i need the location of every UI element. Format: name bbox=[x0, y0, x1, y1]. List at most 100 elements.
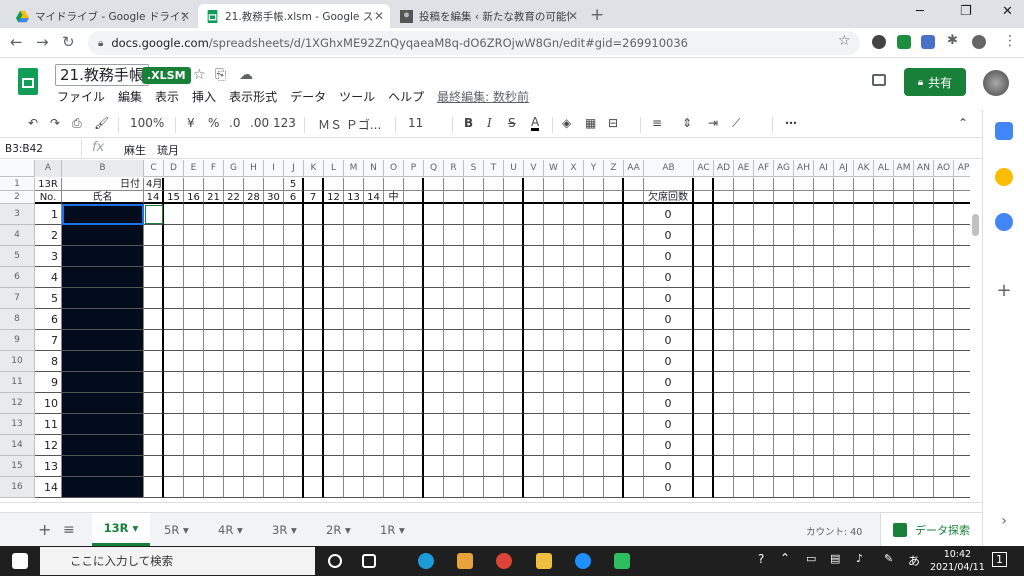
cell[interactable] bbox=[384, 178, 404, 191]
cell[interactable] bbox=[854, 456, 874, 477]
keep-icon[interactable] bbox=[995, 168, 1013, 186]
cell[interactable] bbox=[284, 393, 304, 414]
cell[interactable] bbox=[184, 456, 204, 477]
cell[interactable] bbox=[444, 330, 464, 351]
cell[interactable] bbox=[754, 414, 774, 435]
cell[interactable] bbox=[384, 414, 404, 435]
cell[interactable]: 14 bbox=[364, 191, 384, 204]
cell[interactable] bbox=[204, 225, 224, 246]
cell[interactable] bbox=[264, 456, 284, 477]
student-name-cell[interactable] bbox=[62, 477, 144, 498]
cell[interactable] bbox=[464, 225, 484, 246]
cell[interactable] bbox=[914, 267, 934, 288]
cell[interactable] bbox=[894, 267, 914, 288]
cell[interactable] bbox=[874, 477, 894, 498]
cell[interactable] bbox=[794, 456, 814, 477]
cell[interactable] bbox=[584, 351, 604, 372]
cell[interactable] bbox=[364, 414, 384, 435]
cell[interactable] bbox=[774, 456, 794, 477]
cell[interactable] bbox=[774, 414, 794, 435]
taskbar-search[interactable]: ここに入力して検索 bbox=[40, 547, 315, 575]
cell[interactable]: 0 bbox=[644, 204, 694, 225]
cell[interactable] bbox=[404, 414, 424, 435]
cell[interactable] bbox=[324, 372, 344, 393]
cell[interactable] bbox=[384, 309, 404, 330]
cell[interactable]: 22 bbox=[224, 191, 244, 204]
column-header[interactable]: AF bbox=[754, 160, 774, 177]
cell[interactable] bbox=[694, 267, 714, 288]
cell[interactable] bbox=[304, 372, 324, 393]
cell[interactable] bbox=[894, 178, 914, 191]
star-icon[interactable]: ☆ bbox=[838, 33, 851, 49]
cell[interactable] bbox=[564, 351, 584, 372]
calendar-icon[interactable] bbox=[995, 122, 1013, 140]
cell[interactable] bbox=[164, 351, 184, 372]
font-size-select[interactable]: 11 bbox=[408, 116, 423, 130]
cell[interactable] bbox=[184, 225, 204, 246]
cell[interactable] bbox=[264, 372, 284, 393]
cell[interactable] bbox=[524, 351, 544, 372]
cell[interactable] bbox=[954, 178, 970, 191]
cell[interactable] bbox=[264, 330, 284, 351]
cell[interactable] bbox=[444, 309, 464, 330]
cell[interactable] bbox=[604, 204, 624, 225]
cell[interactable] bbox=[364, 372, 384, 393]
cell[interactable] bbox=[424, 309, 444, 330]
cell[interactable] bbox=[584, 309, 604, 330]
cell[interactable] bbox=[854, 351, 874, 372]
cell[interactable] bbox=[794, 178, 814, 191]
cell[interactable] bbox=[794, 246, 814, 267]
cell[interactable] bbox=[344, 477, 364, 498]
cell[interactable] bbox=[184, 435, 204, 456]
cell[interactable] bbox=[934, 330, 954, 351]
cell[interactable] bbox=[734, 225, 754, 246]
cell[interactable] bbox=[164, 456, 184, 477]
cell[interactable] bbox=[504, 393, 524, 414]
cell[interactable] bbox=[204, 456, 224, 477]
cell[interactable] bbox=[564, 456, 584, 477]
cell[interactable] bbox=[544, 309, 564, 330]
cell[interactable] bbox=[424, 435, 444, 456]
cell[interactable] bbox=[344, 351, 364, 372]
cell[interactable] bbox=[144, 225, 164, 246]
cell[interactable] bbox=[204, 330, 224, 351]
cell[interactable] bbox=[304, 309, 324, 330]
cell[interactable] bbox=[324, 204, 344, 225]
cell[interactable] bbox=[714, 435, 734, 456]
windows-start-icon[interactable] bbox=[12, 553, 28, 569]
cell[interactable] bbox=[244, 178, 264, 191]
cell[interactable] bbox=[224, 435, 244, 456]
paint-format-icon[interactable]: 🖌︎ bbox=[94, 116, 109, 130]
column-header[interactable]: AP bbox=[954, 160, 970, 177]
cell[interactable] bbox=[424, 204, 444, 225]
cell[interactable] bbox=[774, 267, 794, 288]
cell[interactable] bbox=[624, 191, 644, 204]
cell[interactable] bbox=[284, 288, 304, 309]
cell[interactable] bbox=[604, 477, 624, 498]
cell[interactable] bbox=[264, 435, 284, 456]
clock[interactable]: 10:42 2021/04/11 bbox=[930, 548, 985, 574]
cell[interactable] bbox=[694, 477, 714, 498]
cell[interactable]: 7 bbox=[304, 191, 324, 204]
cell[interactable]: 6 bbox=[35, 309, 62, 330]
cell[interactable] bbox=[794, 414, 814, 435]
cell[interactable] bbox=[644, 178, 694, 191]
cell[interactable] bbox=[714, 456, 734, 477]
cell[interactable] bbox=[484, 225, 504, 246]
column-header[interactable]: AN bbox=[914, 160, 934, 177]
cell[interactable] bbox=[894, 351, 914, 372]
notification-icon[interactable]: 1 bbox=[992, 552, 1007, 567]
row-header[interactable]: 5 bbox=[0, 246, 35, 267]
cell[interactable] bbox=[814, 435, 834, 456]
cell[interactable] bbox=[954, 246, 970, 267]
cell[interactable] bbox=[424, 178, 444, 191]
cell[interactable] bbox=[524, 288, 544, 309]
cell[interactable] bbox=[694, 393, 714, 414]
cell[interactable] bbox=[244, 372, 264, 393]
cell[interactable] bbox=[184, 288, 204, 309]
cell[interactable] bbox=[204, 393, 224, 414]
cell[interactable] bbox=[914, 477, 934, 498]
cell[interactable] bbox=[404, 393, 424, 414]
cell[interactable] bbox=[144, 351, 164, 372]
cell[interactable] bbox=[484, 372, 504, 393]
